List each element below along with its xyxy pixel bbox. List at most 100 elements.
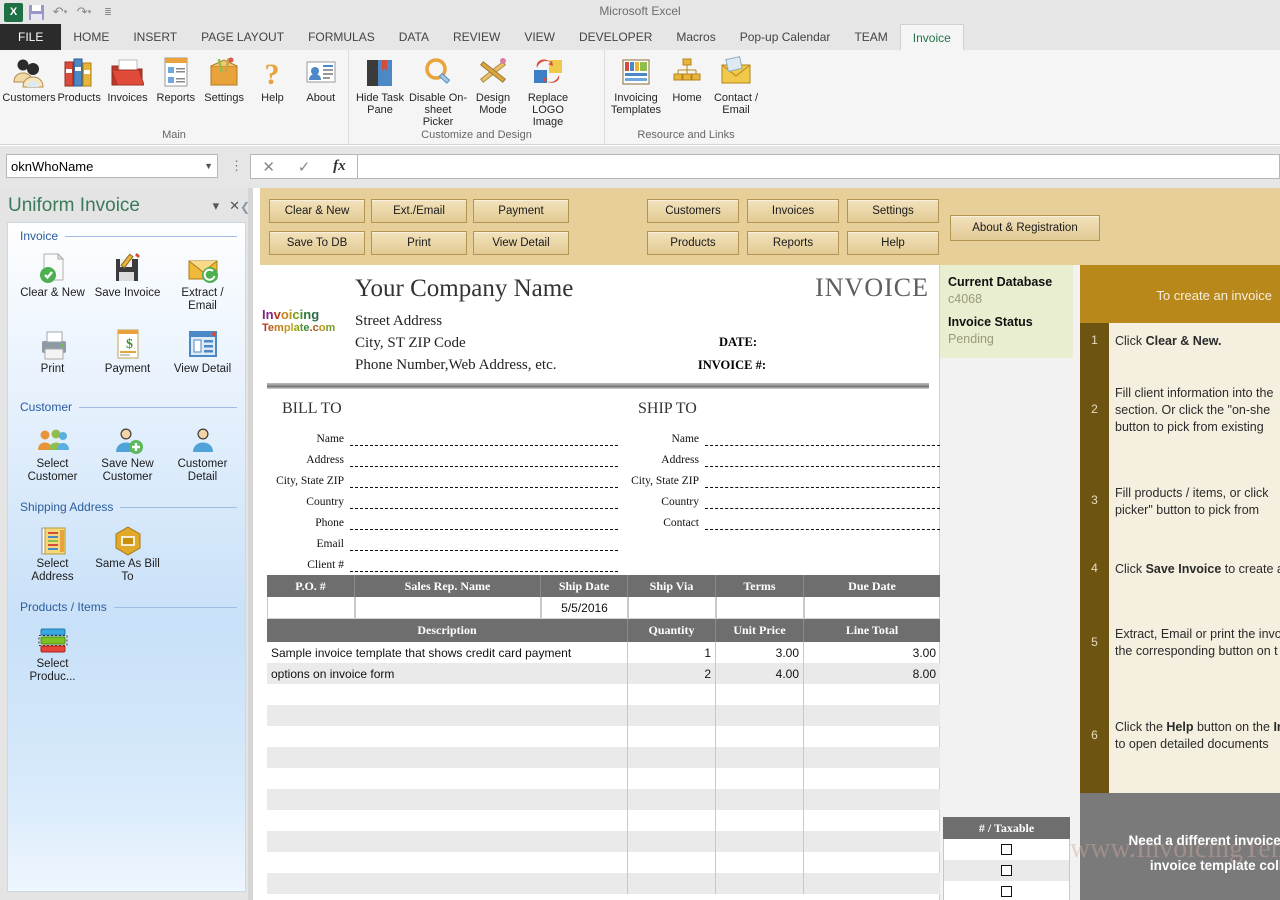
ribbon-button-products[interactable]: Products xyxy=(55,53,103,104)
button-save-to-db[interactable]: Save To DB xyxy=(269,231,365,255)
name-box[interactable]: oknWhoName ▼ xyxy=(6,154,218,178)
field-value[interactable] xyxy=(705,473,940,488)
button-customers[interactable]: Customers xyxy=(647,199,739,223)
field-value[interactable] xyxy=(705,431,940,446)
button-help[interactable]: Help xyxy=(847,231,939,255)
task-pane-item-view-detail[interactable]: View Detail xyxy=(165,323,240,378)
task-pane-item-save-new-customer[interactable]: Save New Customer xyxy=(90,418,165,486)
button-clear-and-new[interactable]: Clear & New xyxy=(269,199,365,223)
chevron-down-icon[interactable]: ▼ xyxy=(204,161,213,171)
task-pane-item-select-address[interactable]: Select Address xyxy=(15,518,90,586)
tab-team[interactable]: TEAM xyxy=(842,24,899,50)
item-unit-price[interactable] xyxy=(716,852,804,873)
item-quantity[interactable] xyxy=(628,768,716,789)
task-pane-item-select-products[interactable]: Select Produc... xyxy=(15,618,90,686)
tab-file[interactable]: FILE xyxy=(0,24,62,50)
item-description[interactable] xyxy=(267,768,628,789)
ribbon-button-design-mode[interactable]: Design Mode xyxy=(468,53,518,116)
ribbon-button-reports[interactable]: Reports xyxy=(152,53,200,104)
company-city-state-zip[interactable]: City, ST ZIP Code xyxy=(355,335,466,352)
task-pane-item-extract-email[interactable]: Extract / Email xyxy=(165,247,240,315)
task-pane-item-print[interactable]: Print xyxy=(15,323,90,378)
field-value[interactable] xyxy=(350,431,618,446)
button-settings[interactable]: Settings xyxy=(847,199,939,223)
insert-function-icon[interactable]: fx xyxy=(333,158,346,175)
field-value[interactable] xyxy=(350,473,618,488)
ribbon-button-customers[interactable]: Customers xyxy=(2,53,56,104)
tab-page-layout[interactable]: PAGE LAYOUT xyxy=(189,24,296,50)
item-description[interactable]: options on invoice form xyxy=(267,663,628,684)
button-ext-email[interactable]: Ext./Email xyxy=(371,199,467,223)
field-value[interactable] xyxy=(350,452,618,467)
item-description[interactable] xyxy=(267,789,628,810)
item-description[interactable] xyxy=(267,831,628,852)
task-pane-item-select-customer[interactable]: Select Customer xyxy=(15,418,90,486)
task-pane-item-customer-detail[interactable]: Customer Detail xyxy=(165,418,240,486)
item-description[interactable] xyxy=(267,726,628,747)
tab-view[interactable]: VIEW xyxy=(512,24,567,50)
button-reports[interactable]: Reports xyxy=(747,231,839,255)
item-unit-price[interactable] xyxy=(716,873,804,894)
formula-input[interactable] xyxy=(358,154,1280,179)
due-date-cell[interactable] xyxy=(804,597,940,618)
taxable-checkbox[interactable] xyxy=(1001,886,1012,897)
item-quantity[interactable]: 1 xyxy=(628,642,716,663)
item-description[interactable] xyxy=(267,852,628,873)
tab-home[interactable]: HOME xyxy=(61,24,121,50)
field-value[interactable] xyxy=(350,515,618,530)
item-quantity[interactable] xyxy=(628,789,716,810)
task-pane-item-save-invoice[interactable]: Save Invoice xyxy=(90,247,165,315)
item-unit-price[interactable] xyxy=(716,705,804,726)
chevron-down-icon[interactable]: ▾ xyxy=(208,198,225,214)
item-description[interactable]: Sample invoice template that shows credi… xyxy=(267,642,628,663)
company-street[interactable]: Street Address xyxy=(355,313,442,330)
item-quantity[interactable] xyxy=(628,852,716,873)
item-unit-price[interactable] xyxy=(716,747,804,768)
tab-macros[interactable]: Macros xyxy=(664,24,727,50)
item-description[interactable] xyxy=(267,705,628,726)
company-name[interactable]: Your Company Name xyxy=(355,275,573,303)
item-unit-price[interactable] xyxy=(716,726,804,747)
tab-data[interactable]: DATA xyxy=(387,24,441,50)
ribbon-button-about[interactable]: About xyxy=(297,53,345,104)
tab-popup-calendar[interactable]: Pop-up Calendar xyxy=(728,24,843,50)
item-quantity[interactable] xyxy=(628,810,716,831)
ribbon-button-hide-task-pane[interactable]: Hide Task Pane xyxy=(352,53,408,116)
item-quantity[interactable] xyxy=(628,747,716,768)
company-phone-web[interactable]: Phone Number,Web Address, etc. xyxy=(355,357,556,374)
enter-icon[interactable]: ✓ xyxy=(298,158,311,176)
ribbon-button-contact-email[interactable]: Contact / Email xyxy=(710,53,762,116)
item-description[interactable] xyxy=(267,747,628,768)
ribbon-button-home[interactable]: Home xyxy=(664,53,710,104)
task-pane-pin-icon[interactable]: ❮ xyxy=(240,200,250,214)
field-value[interactable] xyxy=(705,494,940,509)
item-unit-price[interactable] xyxy=(716,831,804,852)
tab-formulas[interactable]: FORMULAS xyxy=(296,24,387,50)
button-about-registration[interactable]: About & Registration xyxy=(950,215,1100,241)
item-quantity[interactable] xyxy=(628,873,716,894)
ship-via-cell[interactable] xyxy=(628,597,716,618)
button-invoices[interactable]: Invoices xyxy=(747,199,839,223)
ribbon-button-replace-logo-image[interactable]: Replace LOGO Image xyxy=(518,53,578,128)
item-unit-price[interactable]: 4.00 xyxy=(716,663,804,684)
item-quantity[interactable] xyxy=(628,831,716,852)
tab-developer[interactable]: DEVELOPER xyxy=(567,24,664,50)
button-print[interactable]: Print xyxy=(371,231,467,255)
ribbon-button-disable-onsheet-picker[interactable]: Disable On-sheet Picker xyxy=(408,53,468,128)
task-pane-item-same-as-bill-to[interactable]: Same As Bill To xyxy=(90,518,165,586)
ribbon-button-settings[interactable]: Settings xyxy=(200,53,248,104)
item-quantity[interactable] xyxy=(628,726,716,747)
ribbon-button-invoicing-templates[interactable]: Invoicing Templates xyxy=(608,53,664,116)
task-pane-item-clear-new[interactable]: Clear & New xyxy=(15,247,90,315)
taxable-checkbox[interactable] xyxy=(1001,865,1012,876)
item-quantity[interactable] xyxy=(628,705,716,726)
tab-invoice[interactable]: Invoice xyxy=(899,24,964,50)
field-value[interactable] xyxy=(350,536,618,551)
item-description[interactable] xyxy=(267,684,628,705)
task-pane-item-payment[interactable]: $ Payment xyxy=(90,323,165,378)
cancel-icon[interactable]: ✕ xyxy=(262,158,275,176)
button-products[interactable]: Products xyxy=(647,231,739,255)
sales-rep-cell[interactable] xyxy=(355,597,541,618)
field-value[interactable] xyxy=(350,494,618,509)
tab-insert[interactable]: INSERT xyxy=(121,24,189,50)
